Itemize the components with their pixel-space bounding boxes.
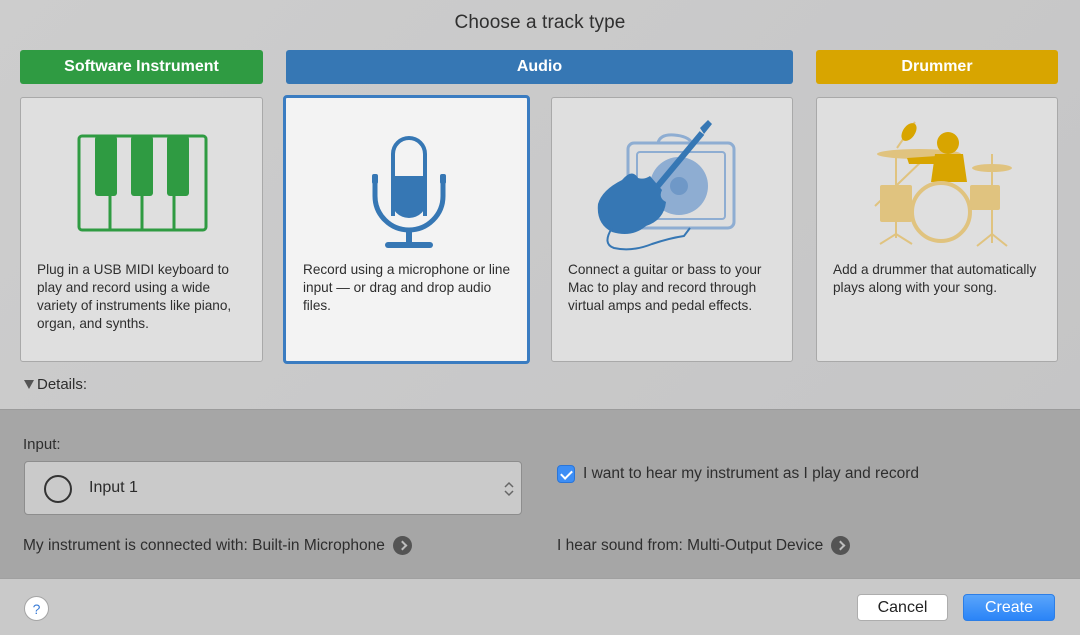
mono-input-icon [44, 475, 72, 503]
input-label: Input: [23, 436, 61, 453]
input-device-text: My instrument is connected with: Built-i… [23, 536, 385, 554]
disclosure-triangle-icon [24, 380, 34, 389]
up-down-chevron-icon [504, 481, 514, 497]
cancel-button[interactable]: Cancel [857, 594, 948, 621]
details-label: Details: [37, 376, 88, 393]
category-software-instrument[interactable]: Software Instrument [20, 50, 263, 84]
card-description: Connect a guitar or bass to your Mac to … [568, 262, 762, 313]
input-device-arrow-button[interactable] [392, 536, 412, 555]
input-select[interactable]: Input 1 [24, 461, 522, 515]
monitoring-option[interactable]: I want to hear my instrument as I play a… [557, 465, 919, 483]
card-description: Record using a microphone or line input … [303, 262, 511, 313]
monitoring-label: I want to hear my instrument as I play a… [583, 465, 919, 482]
card-description: Plug in a USB MIDI keyboard to play and … [37, 262, 232, 331]
input-device-info: My instrument is connected with: Built-i… [23, 536, 412, 555]
card-description: Add a drummer that automatically plays a… [833, 262, 1037, 295]
microphone-icon [286, 98, 527, 258]
category-audio[interactable]: Audio [286, 50, 793, 84]
guitar-amp-icon [552, 98, 792, 258]
create-button[interactable]: Create [963, 594, 1055, 621]
monitoring-checkbox[interactable] [557, 465, 575, 483]
help-button[interactable]: ? [24, 596, 49, 621]
drummer-icon [817, 98, 1057, 258]
details-disclosure[interactable]: Details: [24, 376, 87, 393]
card-audio-guitar[interactable]: Connect a guitar or bass to your Mac to … [551, 97, 793, 362]
dialog-title: Choose a track type [454, 12, 626, 33]
output-device-arrow-button[interactable] [831, 536, 851, 555]
piano-keyboard-icon [21, 98, 262, 258]
output-device-text: I hear sound from: Multi-Output Device [557, 536, 824, 554]
output-device-info: I hear sound from: Multi-Output Device [557, 536, 851, 555]
card-audio-microphone[interactable]: Record using a microphone or line input … [283, 95, 530, 364]
category-drummer[interactable]: Drummer [816, 50, 1058, 84]
card-software-instrument[interactable]: Plug in a USB MIDI keyboard to play and … [20, 97, 263, 362]
card-drummer[interactable]: Add a drummer that automatically plays a… [816, 97, 1058, 362]
input-value: Input 1 [89, 479, 138, 496]
